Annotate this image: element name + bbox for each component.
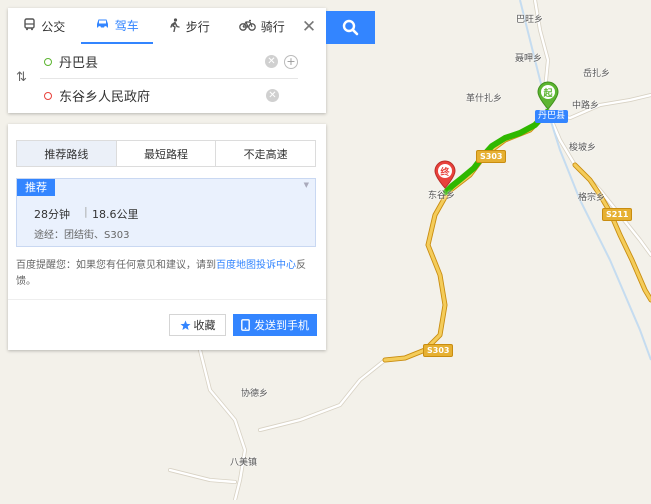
end-dot-icon [44, 91, 52, 100]
route-strategy-tabs: 推荐路线 最短路程 不走高速 [16, 140, 316, 167]
star-icon [180, 320, 190, 330]
collapse-arrow-icon[interactable]: ▼ [304, 181, 309, 189]
map-label-geshenzha: 革什扎乡 [466, 94, 503, 104]
bicycle-icon [238, 19, 256, 34]
tab-recommended-route[interactable]: 推荐路线 [17, 141, 117, 166]
route-option-card[interactable]: 推荐 ▼ 28分钟 | 18.6公里 途经：团结街、S303 [16, 178, 316, 247]
feedback-tip: 百度提醒您：如果您有任何意见和建议，请到百度地图投诉中心反馈。 [16, 258, 318, 290]
map-label-donggu: 东谷乡 [428, 191, 456, 201]
send-to-phone-label: 发送到手机 [254, 319, 309, 332]
map-label-bamei: 八美镇 [230, 458, 258, 468]
tab-walk[interactable]: 步行 [153, 8, 226, 44]
map-label-suopo: 梭坡乡 [569, 143, 597, 153]
tab-avoid-highway[interactable]: 不走高速 [216, 141, 315, 166]
end-point-field[interactable]: 东谷乡人民政府 ✕ [40, 79, 298, 112]
city-label-danba: 丹巴县 [535, 110, 569, 123]
road-shield-s303-south: S303 [423, 344, 454, 357]
recommend-badge: 推荐 [17, 179, 55, 196]
map-label-gezong: 格宗乡 [578, 193, 606, 203]
car-icon [95, 17, 110, 33]
complaint-center-link[interactable]: 百度地图投诉中心 [216, 260, 296, 271]
route-via-roads: 途经：团结街、S303 [34, 230, 130, 241]
tab-bike-label: 骑行 [260, 19, 285, 34]
route-distance: 18.6公里 [92, 208, 139, 221]
tab-walk-label: 步行 [185, 19, 210, 34]
travel-mode-tabs: 公交 驾车 步行 骑行 [8, 8, 298, 44]
road-shield-s303: S303 [476, 150, 507, 163]
map-label-nieha: 聂呷乡 [515, 54, 543, 64]
search-button[interactable] [326, 11, 375, 44]
start-point-field[interactable]: 丹巴县 ✕ + [40, 45, 298, 79]
bus-icon [23, 18, 36, 34]
tab-bike[interactable]: 骑行 [226, 8, 299, 44]
walk-icon [169, 17, 181, 35]
start-point-value[interactable]: 丹巴县 [59, 52, 259, 71]
map-label-bawang: 巴旺乡 [516, 15, 544, 25]
map-label-xiede: 协德乡 [241, 389, 269, 399]
map-label-yuezha: 岳扎乡 [583, 69, 611, 79]
phone-icon [241, 319, 250, 331]
road-shield-s211: S211 [602, 208, 633, 221]
tab-bus-label: 公交 [41, 19, 66, 34]
end-point-value[interactable]: 东谷乡人民政府 [59, 86, 260, 105]
tab-bus[interactable]: 公交 [8, 8, 81, 44]
favorite-button[interactable]: 收藏 [169, 314, 226, 336]
route-result-panel: 推荐路线 最短路程 不走高速 推荐 ▼ 28分钟 | 18.6公里 途经：团结街… [8, 124, 326, 350]
tab-shortest-route[interactable]: 最短路程 [117, 141, 217, 166]
clear-end-icon[interactable]: ✕ [266, 89, 279, 102]
end-marker-label: 终 [440, 168, 450, 178]
close-button[interactable]: ✕ [298, 16, 320, 38]
route-search-panel: 公交 驾车 步行 骑行 ✕ ⇅ 丹巴县 ✕ + 东谷乡人民政府 ✕ [8, 8, 326, 113]
add-waypoint-icon[interactable]: + [284, 54, 298, 69]
swap-icon: ⇅ [16, 70, 27, 85]
tab-drive-label: 驾车 [114, 18, 139, 33]
tip-prefix: 百度提醒您：如果您有任何意见和建议，请到 [16, 260, 216, 271]
route-duration: 28分钟 [34, 208, 70, 221]
favorite-label: 收藏 [193, 319, 216, 332]
send-to-phone-button[interactable]: 发送到手机 [233, 314, 317, 336]
panel-divider [8, 299, 326, 300]
start-marker-label: 起 [543, 89, 553, 99]
search-icon [342, 19, 359, 36]
clear-start-icon[interactable]: ✕ [265, 55, 278, 68]
start-dot-icon [44, 57, 52, 66]
tab-drive[interactable]: 驾车 [80, 8, 153, 44]
swap-route-button[interactable]: ⇅ [16, 70, 27, 85]
route-separator: | [84, 205, 88, 218]
close-icon: ✕ [301, 17, 317, 37]
map-label-zhonglu: 中路乡 [572, 101, 600, 111]
